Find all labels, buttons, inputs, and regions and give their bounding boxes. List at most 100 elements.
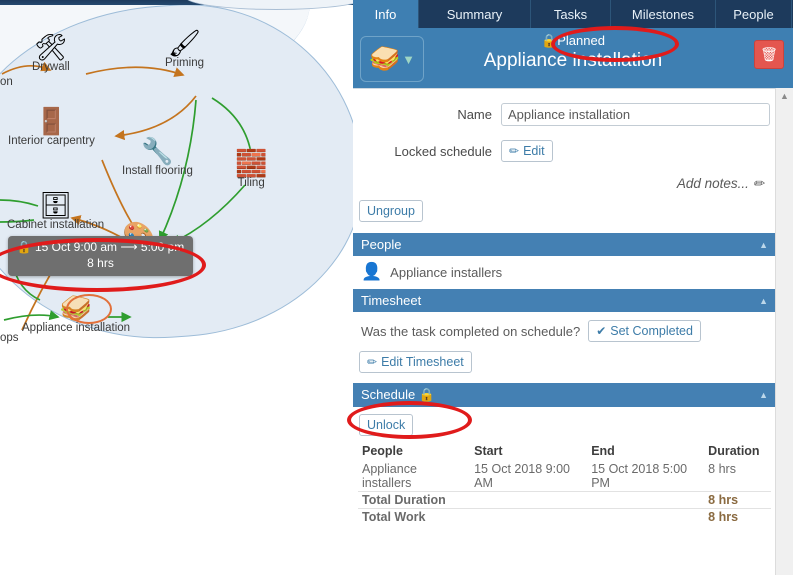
map-task-tooltip: 🔒 15 Oct 9:00 am ⟶ 5:00 pm 8 hrs <box>8 236 193 276</box>
total-work-label: Total Work <box>358 508 705 525</box>
cabinet-worker-icon: 🗄 <box>39 190 73 220</box>
lock-icon: 🔒 <box>16 240 32 254</box>
selection-ring <box>66 294 112 324</box>
tab-tasks[interactable]: Tasks <box>531 0 611 28</box>
tab-label: Summary <box>446 6 503 22</box>
timesheet-question: Was the task completed on schedule? <box>361 323 581 339</box>
project-map-panel[interactable]: 🛠 Drywall 🖌 Priming 🚪 Interior carpentry… <box>0 0 353 575</box>
delete-task-button[interactable]: 🗑 <box>754 40 784 69</box>
name-input[interactable] <box>501 103 770 126</box>
add-notes-link[interactable]: Add notes... ✏ <box>353 176 776 192</box>
map-node-cabinet-installation[interactable]: 🗄 Cabinet installation <box>7 192 104 231</box>
tab-label: Tasks <box>553 6 588 22</box>
task-detail-panel: Info Summary Tasks Milestones People 🥪 ▼… <box>347 0 793 575</box>
tooltip-duration-text: 8 hrs <box>87 256 114 270</box>
person-avatar-icon: 👤 <box>361 262 383 281</box>
cell-start: 15 Oct 2018 9:00 AM <box>474 462 571 490</box>
locked-schedule-row: Locked schedule ✏ Edit <box>353 140 776 162</box>
page-title: Appliance installation <box>483 50 663 71</box>
map-node-label: Install flooring <box>122 165 193 177</box>
scroll-up-arrow-icon[interactable]: ▲ <box>776 88 793 104</box>
people-list-item[interactable]: 👤 Appliance installers <box>353 256 776 288</box>
map-node-label: Drywall <box>32 61 70 73</box>
map-clipped-label: on <box>0 76 13 88</box>
map-node-install-flooring[interactable]: 🔧 Install flooring <box>122 138 193 177</box>
drywall-worker-icon: 🛠 <box>34 32 68 62</box>
map-node-label: Tiling <box>237 177 265 189</box>
status-label: Planned <box>557 33 605 48</box>
tooltip-schedule-text: 15 Oct 9:00 am ⟶ 5:00 pm <box>35 240 185 254</box>
map-clipped-label: ops <box>0 332 19 344</box>
table-row: Appliance installers 15 Oct 2018 9:00 AM… <box>358 461 771 492</box>
total-work-value: 8 hrs <box>704 508 771 525</box>
add-notes-label: Add notes... <box>676 176 749 191</box>
unlock-button[interactable]: Unlock <box>359 414 414 436</box>
map-node-label: Interior carpentry <box>8 135 95 147</box>
section-title: Schedule <box>361 387 416 402</box>
app-root: 🛠 Drywall 🖌 Priming 🚪 Interior carpentry… <box>0 0 793 575</box>
timesheet-question-row: Was the task completed on schedule? ✔ Se… <box>353 312 776 342</box>
map-node-priming[interactable]: 🖌 Priming <box>165 30 204 69</box>
lock-icon: 🔒 <box>418 387 436 402</box>
section-title: People <box>361 237 402 252</box>
column-header-start: Start <box>474 444 503 458</box>
flooring-worker-icon: 🔧 <box>141 136 174 166</box>
caret-up-icon[interactable]: ▲ <box>759 240 768 250</box>
button-label: Edit <box>523 144 545 158</box>
status-badge: 🔒Planned <box>353 33 793 49</box>
pencil-square-icon: ✏ <box>752 176 764 191</box>
pencil-square-icon: ✏ <box>367 355 378 369</box>
tab-info[interactable]: Info <box>353 0 419 28</box>
lock-icon: 🔒 <box>541 33 558 48</box>
total-duration-label: Total Duration <box>358 491 705 509</box>
tiling-worker-icon: 🧱 <box>235 148 268 178</box>
carpenter-icon: 🚪 <box>35 106 68 136</box>
caret-up-icon[interactable]: ▲ <box>759 296 768 306</box>
map-node-interior-carpentry[interactable]: 🚪 Interior carpentry <box>8 108 95 147</box>
schedule-table: People Start End Duration Appliance inst… <box>358 441 771 525</box>
ungroup-button[interactable]: Ungroup <box>359 200 423 222</box>
pencil-square-icon: ✏ <box>509 144 520 158</box>
tab-label: People <box>733 6 774 22</box>
tab-bar: Info Summary Tasks Milestones People <box>353 0 793 28</box>
section-header-people[interactable]: People ▲ <box>353 232 776 256</box>
total-duration-value: 8 hrs <box>704 491 771 509</box>
map-node-label: Cabinet installation <box>7 219 105 231</box>
trash-icon: 🗑 <box>760 46 778 62</box>
total-work-row: Total Work 8 hrs <box>358 508 771 525</box>
person-name: Appliance installers <box>390 264 503 280</box>
cell-end: 15 Oct 2018 5:00 PM <box>591 462 688 490</box>
cell-duration: 8 hrs <box>708 462 736 476</box>
section-header-timesheet[interactable]: Timesheet ▲ <box>353 288 776 312</box>
map-node-label: Appliance installation <box>22 322 131 334</box>
tab-people[interactable]: People <box>716 0 792 28</box>
set-completed-button[interactable]: ✔ Set Completed <box>588 320 701 342</box>
panel-scrollbar[interactable]: ▲ <box>775 88 793 575</box>
map-node-drywall[interactable]: 🛠 Drywall <box>32 34 70 73</box>
edit-locked-schedule-button[interactable]: ✏ Edit <box>501 140 553 162</box>
panel-header: 🥪 ▼ 🔒Planned Appliance installation 🗑 <box>353 28 793 88</box>
tab-summary[interactable]: Summary <box>419 0 531 28</box>
panel-body: Name Locked schedule ✏ Edit Add notes...… <box>353 88 776 575</box>
button-label: Edit Timesheet <box>381 355 464 369</box>
check-icon: ✔ <box>596 324 607 338</box>
button-label: Set Completed <box>610 324 693 338</box>
caret-up-icon[interactable]: ▲ <box>759 390 768 400</box>
map-edges <box>0 61 257 331</box>
column-header-people: People <box>362 444 403 458</box>
button-label: Ungroup <box>367 204 415 218</box>
tab-label: Info <box>374 6 397 22</box>
tab-milestones[interactable]: Milestones <box>611 0 716 28</box>
edit-timesheet-button[interactable]: ✏ Edit Timesheet <box>359 351 472 373</box>
total-duration-row: Total Duration 8 hrs <box>358 491 771 509</box>
button-label: Unlock <box>367 418 406 432</box>
column-header-end: End <box>591 444 615 458</box>
table-header-row: People Start End Duration <box>358 441 771 461</box>
map-node-label: Priming <box>165 57 204 69</box>
name-field-row: Name <box>353 103 776 126</box>
paint-roller-icon: 🖌 <box>167 28 201 58</box>
name-label: Name <box>457 107 492 122</box>
section-header-schedule[interactable]: Schedule 🔒 ▲ <box>353 382 776 407</box>
tab-label: Milestones <box>631 6 695 22</box>
map-node-tiling[interactable]: 🧱 Tiling <box>235 150 267 189</box>
